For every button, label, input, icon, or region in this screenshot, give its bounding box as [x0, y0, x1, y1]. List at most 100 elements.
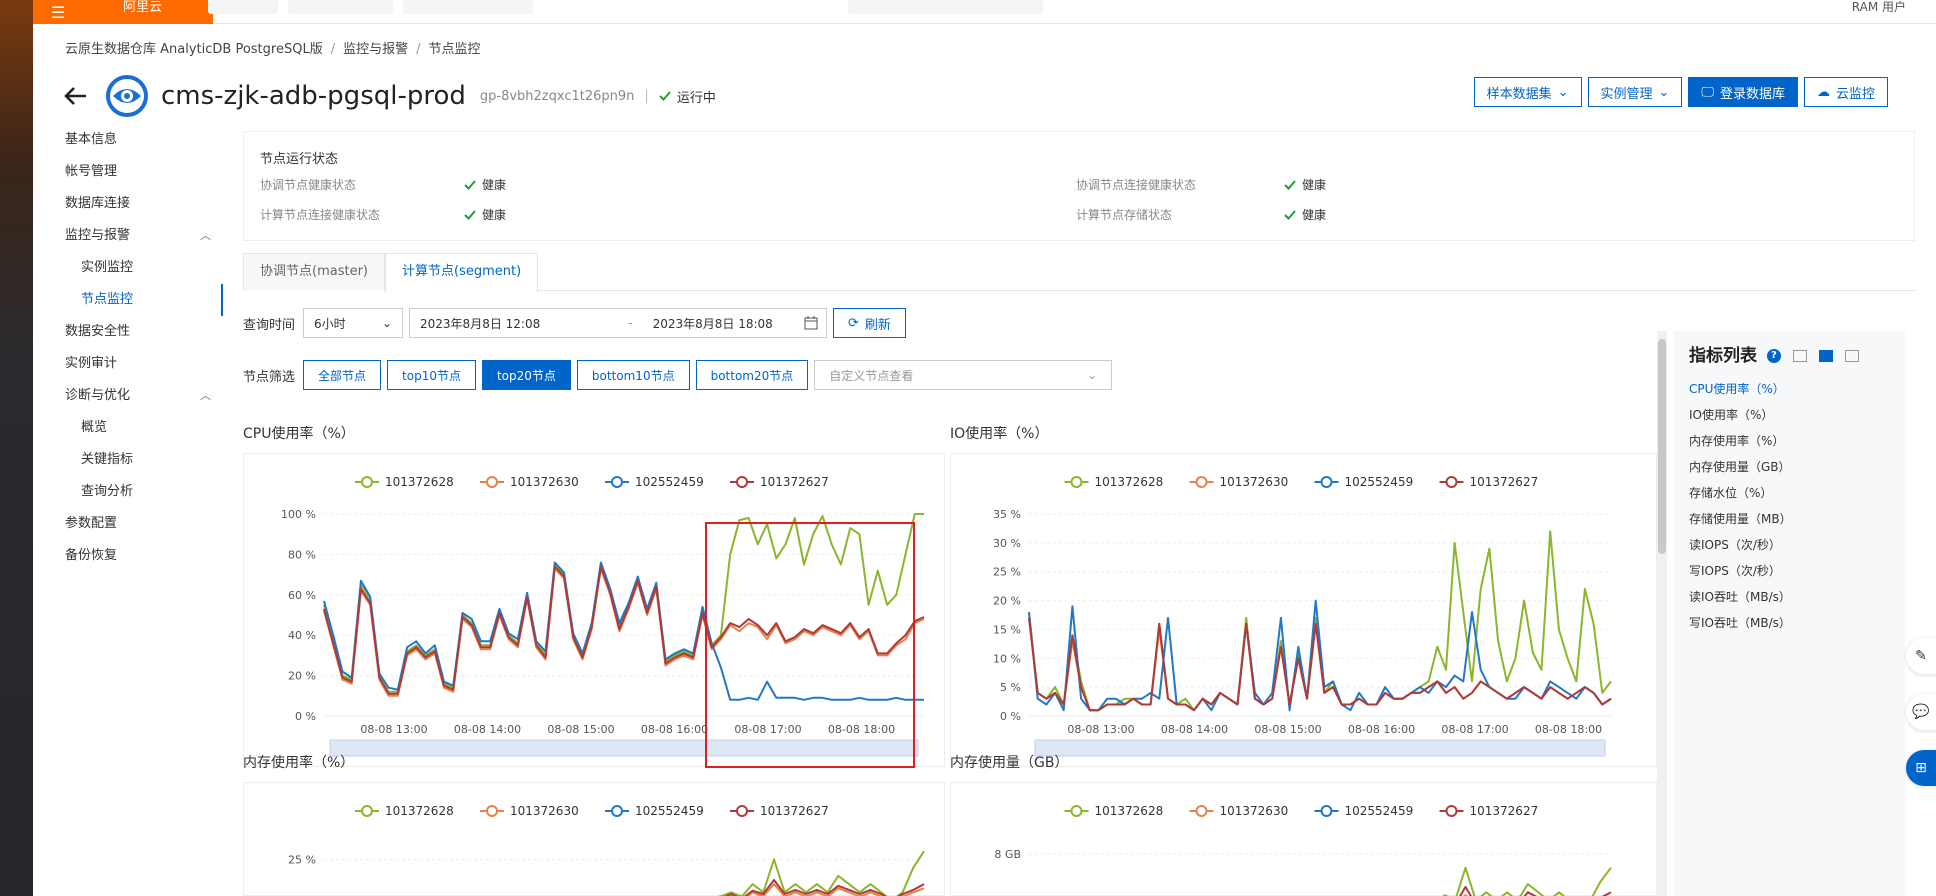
sidebar-item-db-connection[interactable]: 数据库连接	[33, 188, 223, 220]
x-tick-label: 08-08 15:00	[1254, 723, 1321, 736]
datetime-range-picker[interactable]: 2023年8月8日 12:08 - 2023年8月8日 18:08	[409, 308, 828, 338]
x-tick-label: 08-08 14:00	[1161, 723, 1228, 736]
check-icon	[1284, 209, 1296, 220]
status-label: 协调节点健康状态	[260, 178, 357, 192]
metric-list-panel: 指标列表 ? CPU使用率（%） IO使用率（%） 内存使用率（%） 内存使用量…	[1673, 331, 1905, 896]
chevron-up-icon: ︿	[200, 229, 211, 242]
mem-chart-svg[interactable]: 10137262810137263010255245910137262720 %…	[244, 783, 946, 896]
sidebar-item-monitoring[interactable]: 监控与报警 ︿	[33, 220, 223, 252]
custom-node-select[interactable]: 自定义节点查看 ⌄	[814, 360, 1113, 390]
sidebar-item-accounts[interactable]: 帐号管理	[33, 156, 223, 188]
refresh-button[interactable]: ⟳ 刷新	[833, 308, 906, 338]
end-time[interactable]: 2023年8月8日 18:08	[653, 315, 773, 332]
brand-logo[interactable]: 阿里云	[83, 0, 213, 24]
series-line	[1028, 530, 1612, 712]
back-arrow-icon[interactable]	[63, 82, 91, 110]
x-tick-label: 08-08 13:00	[360, 723, 427, 736]
y-tick-label: 25 %	[993, 566, 1021, 579]
content-scrollbar[interactable]	[1657, 331, 1667, 896]
metric-item[interactable]: 存储使用量（MB）	[1689, 510, 1792, 527]
ram-user[interactable]: RAM 用户	[1852, 0, 1906, 14]
series-line	[323, 565, 925, 695]
workbench-tab[interactable]	[208, 0, 278, 14]
tab-master[interactable]: 协调节点(master)	[243, 253, 385, 291]
tab-segment[interactable]: 计算节点(segment)	[385, 253, 539, 292]
layout-single-icon[interactable]	[1792, 350, 1807, 362]
feedback-float-icon[interactable]: 💬	[1906, 694, 1936, 730]
edit-float-icon[interactable]: ✎	[1906, 638, 1936, 674]
instance-status: 运行中	[659, 87, 716, 106]
io-chart-svg[interactable]: 101372628 101372630 102552459 101372627 0 % 5…	[951, 454, 1658, 768]
metric-list-title: 指标列表 ?	[1689, 341, 1859, 366]
sidebar-item-key-metrics[interactable]: 关键指标	[33, 444, 223, 476]
check-icon	[464, 179, 476, 190]
sample-data-button[interactable]: 样本数据集 ⌄	[1473, 77, 1582, 107]
series-line	[323, 567, 925, 697]
y-tick-label: 8 GB	[994, 848, 1021, 861]
legend-label: 101372627	[760, 475, 829, 489]
metric-item[interactable]: 写IO吞吐（MB/s）	[1689, 614, 1791, 631]
sidebar-item-instance-monitor[interactable]: 实例监控	[33, 252, 223, 284]
metric-item[interactable]: 存储水位（%）	[1689, 484, 1772, 501]
sidebar-item-params[interactable]: 参数配置	[33, 508, 223, 540]
filter-bottom20-button[interactable]: bottom20节点	[695, 360, 809, 390]
legend-label: 101372630	[510, 804, 579, 818]
metric-item[interactable]: CPU使用率（%）	[1689, 380, 1785, 397]
metric-item[interactable]: 写IOPS（次/秒）	[1689, 562, 1781, 579]
cloud-monitor-button[interactable]: ☁ 云监控	[1803, 77, 1888, 107]
metric-item[interactable]: 内存使用率（%）	[1689, 432, 1784, 449]
login-db-button[interactable]: 🖵 登录数据库	[1688, 77, 1798, 107]
sidebar-item-diagnosis[interactable]: 诊断与优化 ︿	[33, 380, 223, 412]
metric-item[interactable]: IO使用率（%）	[1689, 406, 1773, 423]
instance-header: cms-zjk-adb-pgsql-prod gp-8vbh2zqxc1t26p…	[63, 74, 716, 118]
breadcrumb-current: 节点监控	[428, 42, 481, 57]
apps-float-icon[interactable]: ⊞	[1906, 750, 1936, 786]
chevron-down-icon: ⌄	[381, 316, 393, 330]
legend-marker	[1445, 805, 1458, 817]
global-search-input[interactable]	[848, 0, 1043, 14]
filter-bottom10-button[interactable]: bottom10节点	[576, 360, 690, 390]
layout-triple-icon[interactable]	[1844, 350, 1859, 362]
breadcrumb-product[interactable]: 云原生数据仓库 AnalyticDB PostgreSQL版	[65, 42, 323, 57]
sidebar-item-node-monitor[interactable]: 节点监控	[33, 284, 223, 316]
resource-tab[interactable]	[288, 0, 393, 14]
y-tick-label: 0 %	[295, 710, 316, 723]
layout-double-icon[interactable]	[1818, 350, 1833, 362]
instance-mgmt-button[interactable]: 实例管理 ⌄	[1587, 77, 1683, 107]
instance-id: gp-8vbh2zqxc1t26pn9n	[479, 88, 635, 104]
help-icon[interactable]: ?	[1766, 349, 1781, 363]
start-time[interactable]: 2023年8月8日 12:08	[420, 315, 540, 332]
breadcrumb: 云原生数据仓库 AnalyticDB PostgreSQL版 / 监控与报警 / 节点监…	[65, 42, 481, 57]
node-tabs: 协调节点(master) 计算节点(segment)	[243, 253, 1915, 292]
filter-top20-button[interactable]: top20节点	[481, 360, 571, 390]
check-icon	[464, 209, 476, 220]
metric-item[interactable]: 读IOPS（次/秒）	[1689, 536, 1781, 553]
metric-item[interactable]: 读IO吞吐（MB/s）	[1689, 588, 1791, 605]
series-line	[323, 513, 924, 693]
node-status-panel: 节点运行状态 协调节点健康状态 健康 计算节点连接健康状态 健康 协调节点连接健…	[243, 131, 1915, 241]
sidebar-item-data-security[interactable]: 数据安全性	[33, 316, 223, 348]
instance-name: cms-zjk-adb-pgsql-prod	[161, 81, 466, 111]
y-tick-label: 30 %	[993, 537, 1021, 550]
chart-title-cpu: CPU使用率（%）	[243, 426, 355, 442]
series-line	[1028, 617, 1612, 712]
filter-top10-button[interactable]: top10节点	[387, 360, 476, 390]
filter-all-button[interactable]: 全部节点	[303, 360, 382, 390]
cpu-chart-svg[interactable]: 101372628 101372630 102552459 101372627 0 % 2…	[244, 454, 946, 768]
region-select[interactable]	[403, 0, 533, 14]
memgb-chart-svg[interactable]: 1013726281013726301025524591013726276 GB…	[951, 783, 1658, 896]
sidebar-item-audit[interactable]: 实例审计	[33, 348, 223, 380]
status-value: 健康	[464, 176, 506, 193]
legend-marker	[1195, 476, 1208, 488]
menu-icon[interactable]: ☰	[33, 0, 83, 24]
calendar-icon[interactable]	[804, 316, 818, 333]
sidebar-item-basic-info[interactable]: 基本信息	[33, 124, 223, 156]
x-tick-label: 08-08 18:00	[1535, 723, 1602, 736]
sidebar-item-backup[interactable]: 备份恢复	[33, 540, 223, 572]
metric-item[interactable]: 内存使用量（GB）	[1689, 458, 1791, 475]
sidebar-item-overview[interactable]: 概览	[33, 412, 223, 444]
sidebar-item-query-analysis[interactable]: 查询分析	[33, 476, 223, 508]
breadcrumb-monitor[interactable]: 监控与报警	[343, 42, 408, 57]
status-label: 计算节点存储状态	[1076, 208, 1173, 222]
time-range-select[interactable]: 6小时 ⌄	[303, 308, 404, 338]
